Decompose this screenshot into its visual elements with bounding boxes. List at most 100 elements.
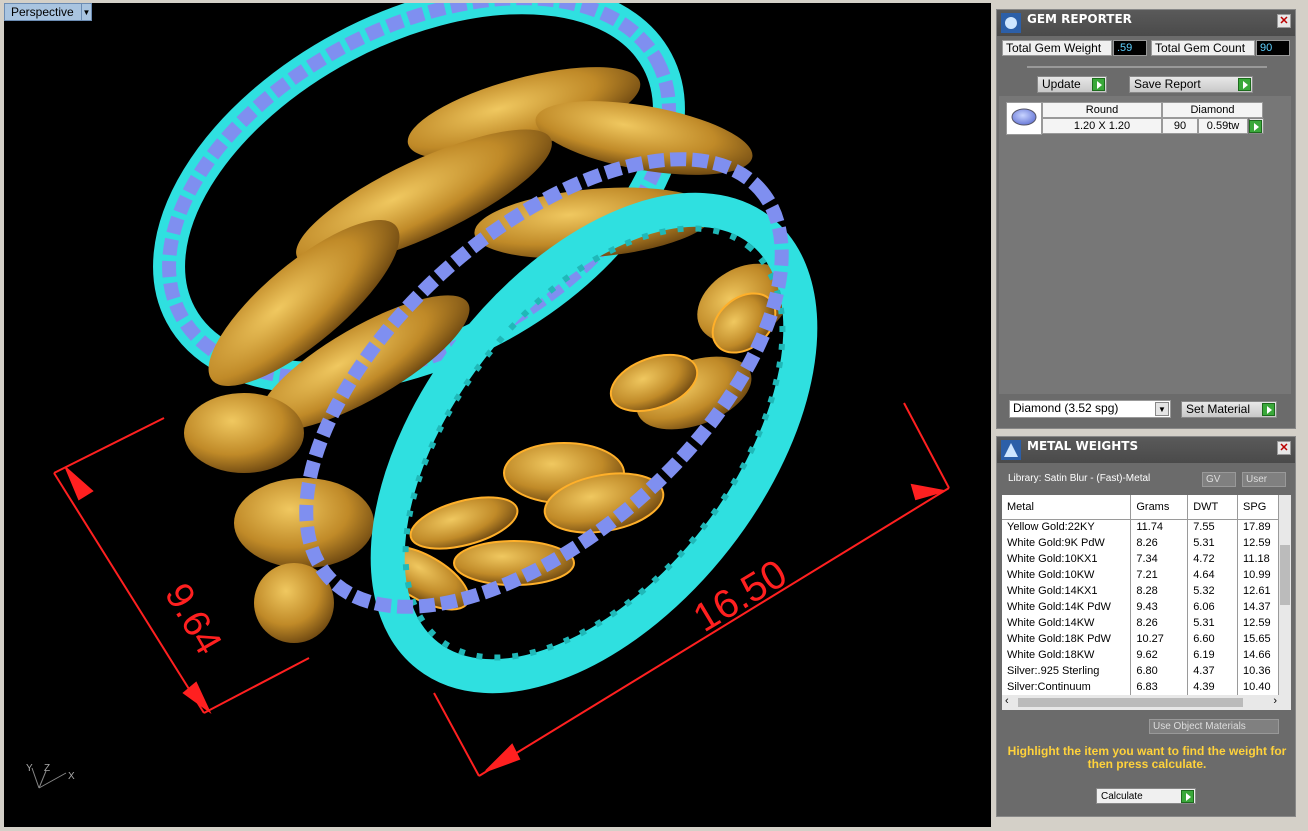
col-dwt[interactable]: DWT bbox=[1187, 495, 1239, 520]
axis-x-label: X bbox=[68, 771, 75, 782]
close-icon[interactable]: ✕ bbox=[1277, 441, 1291, 455]
metal-dwt: 4.37 bbox=[1187, 663, 1239, 679]
metal-name: White Gold:10KW bbox=[1002, 567, 1132, 583]
chevron-down-icon[interactable]: ▼ bbox=[81, 4, 91, 20]
gv-label: GV bbox=[1206, 474, 1221, 485]
gem-row-go-button[interactable] bbox=[1249, 118, 1264, 134]
viewport-tab[interactable]: Perspective ▼ bbox=[4, 3, 92, 21]
metal-name: Silver:.925 Sterling bbox=[1002, 663, 1132, 679]
col-grams[interactable]: Grams bbox=[1130, 495, 1189, 520]
table-row[interactable]: White Gold:18KW 9.62 6.19 14.66 bbox=[1002, 647, 1279, 663]
scroll-left-icon[interactable]: ‹ bbox=[1005, 695, 1009, 707]
gem-reporter-title: GEM REPORTER bbox=[1027, 12, 1132, 26]
gem-reporter-panel: GEM REPORTER ✕ Total Gem Weight .59 Tota… bbox=[996, 9, 1296, 429]
play-icon bbox=[1092, 78, 1105, 91]
table-row[interactable]: White Gold:14K PdW 9.43 6.06 14.37 bbox=[1002, 599, 1279, 615]
gem-thumbnail bbox=[1006, 102, 1042, 135]
total-gem-weight-label: Total Gem Weight bbox=[1002, 40, 1112, 56]
metal-dwt: 5.31 bbox=[1187, 535, 1239, 551]
total-gem-count-label: Total Gem Count bbox=[1151, 40, 1255, 56]
use-object-materials-label: Use Object Materials bbox=[1153, 721, 1246, 732]
metal-name: White Gold:14K PdW bbox=[1002, 599, 1132, 615]
metal-name: White Gold:14KW bbox=[1002, 615, 1132, 631]
table-row[interactable]: White Gold:14KX1 8.28 5.32 12.61 bbox=[1002, 583, 1279, 599]
instructions-message: Highlight the item you want to find the … bbox=[1007, 744, 1287, 771]
metal-name: White Gold:9K PdW bbox=[1002, 535, 1132, 551]
metal-grams: 11.74 bbox=[1130, 519, 1189, 535]
metal-dwt: 5.32 bbox=[1187, 583, 1239, 599]
table-row[interactable]: White Gold:18K PdW 10.27 6.60 15.65 bbox=[1002, 631, 1279, 647]
play-icon bbox=[1238, 78, 1251, 91]
metal-name: White Gold:18KW bbox=[1002, 647, 1132, 663]
metal-weights-titlebar: METAL WEIGHTS ✕ bbox=[997, 437, 1295, 463]
axis-y-label: Y bbox=[26, 763, 33, 774]
metal-grams: 10.27 bbox=[1130, 631, 1189, 647]
table-row[interactable]: White Gold:10KW 7.21 4.64 10.99 bbox=[1002, 567, 1279, 583]
metal-dwt: 4.39 bbox=[1187, 679, 1239, 695]
scrollbar-thumb[interactable] bbox=[1280, 545, 1290, 605]
vertical-scrollbar[interactable] bbox=[1279, 495, 1291, 695]
gem-weight: 0.59tw bbox=[1198, 118, 1248, 134]
metal-grams: 8.26 bbox=[1130, 615, 1189, 631]
metal-grams: 9.62 bbox=[1130, 647, 1189, 663]
table-row[interactable]: Yellow Gold:22KY 11.74 7.55 17.89 bbox=[1002, 519, 1279, 535]
set-material-label: Set Material bbox=[1186, 402, 1251, 416]
table-row[interactable]: Silver:Continuum 6.83 4.39 10.40 bbox=[1002, 679, 1279, 695]
metal-spg: 10.40 bbox=[1237, 679, 1279, 695]
use-object-materials-toggle[interactable]: Use Object Materials bbox=[1149, 719, 1279, 734]
save-report-label: Save Report bbox=[1134, 77, 1201, 91]
play-icon bbox=[1181, 790, 1194, 803]
user-label: User bbox=[1246, 474, 1268, 485]
scroll-right-icon[interactable]: › bbox=[1273, 695, 1277, 707]
metal-name: Yellow Gold:22KY bbox=[1002, 519, 1132, 535]
save-report-button[interactable]: Save Report bbox=[1129, 76, 1253, 93]
metal-dwt: 6.06 bbox=[1187, 599, 1239, 615]
update-label: Update bbox=[1042, 77, 1081, 91]
table-row[interactable]: White Gold:10KX1 7.34 4.72 11.18 bbox=[1002, 551, 1279, 567]
metal-spg: 11.18 bbox=[1237, 551, 1279, 567]
metal-spg: 17.89 bbox=[1237, 519, 1279, 535]
metal-dwt: 6.60 bbox=[1187, 631, 1239, 647]
user-toggle[interactable]: User bbox=[1242, 472, 1286, 487]
gem-list bbox=[999, 96, 1291, 394]
metal-table[interactable]: Metal Grams DWT SPG Yellow Gold:22KY 11.7… bbox=[1002, 495, 1279, 695]
play-icon bbox=[1249, 120, 1262, 133]
metal-weights-panel: METAL WEIGHTS ✕ Library: Satin Blur - (F… bbox=[996, 436, 1296, 817]
metal-name: Silver:Continuum bbox=[1002, 679, 1132, 695]
metal-spg: 12.59 bbox=[1237, 615, 1279, 631]
metal-grams: 8.28 bbox=[1130, 583, 1189, 599]
calculate-label: Calculate bbox=[1101, 791, 1143, 802]
metal-table-grid: Metal Grams DWT SPG Yellow Gold:22KY 11.7… bbox=[1002, 495, 1279, 695]
table-row[interactable]: Silver:.925 Sterling 6.80 4.37 10.36 bbox=[1002, 663, 1279, 679]
metal-grams: 7.21 bbox=[1130, 567, 1189, 583]
metal-dwt: 6.19 bbox=[1187, 647, 1239, 663]
scrollbar-thumb[interactable] bbox=[1018, 698, 1243, 707]
close-icon[interactable]: ✕ bbox=[1277, 14, 1291, 28]
table-row[interactable]: White Gold:14KW 8.26 5.31 12.59 bbox=[1002, 615, 1279, 631]
chevron-down-icon[interactable]: ▼ bbox=[1155, 402, 1169, 416]
gem-reporter-titlebar: GEM REPORTER ✕ bbox=[997, 10, 1295, 36]
metal-dwt: 4.72 bbox=[1187, 551, 1239, 567]
gem-reporter-icon bbox=[1001, 13, 1021, 33]
play-icon bbox=[1262, 403, 1275, 416]
gv-toggle[interactable]: GV bbox=[1202, 472, 1236, 487]
total-gem-count-value: 90 bbox=[1256, 40, 1290, 56]
dimension-height: 9.64 bbox=[156, 577, 229, 662]
col-spg[interactable]: SPG bbox=[1237, 495, 1279, 520]
set-material-button[interactable]: Set Material bbox=[1181, 401, 1277, 418]
total-gem-weight-value: .59 bbox=[1113, 40, 1147, 56]
axis-z-label: Z bbox=[44, 763, 50, 774]
update-button[interactable]: Update bbox=[1037, 76, 1107, 93]
metal-weights-title: METAL WEIGHTS bbox=[1027, 439, 1139, 453]
horizontal-scrollbar[interactable]: ‹ › bbox=[1002, 695, 1291, 710]
calculate-button[interactable]: Calculate bbox=[1096, 788, 1196, 804]
splitter[interactable] bbox=[1027, 66, 1267, 68]
ring-render[interactable]: 9.64 16.50 Y Z X bbox=[4, 3, 991, 827]
col-metal[interactable]: Metal bbox=[1002, 495, 1132, 520]
table-row[interactable]: White Gold:9K PdW 8.26 5.31 12.59 bbox=[1002, 535, 1279, 551]
table-header: Metal Grams DWT SPG bbox=[1002, 495, 1279, 520]
metal-name: White Gold:18K PdW bbox=[1002, 631, 1132, 647]
gem-row[interactable]: Round Diamond 1.20 X 1.20 90 0.59tw bbox=[1006, 102, 1264, 135]
material-select[interactable]: Diamond (3.52 spg) ▼ bbox=[1009, 400, 1171, 418]
3d-viewport[interactable]: 9.64 16.50 Y Z X bbox=[4, 3, 991, 827]
